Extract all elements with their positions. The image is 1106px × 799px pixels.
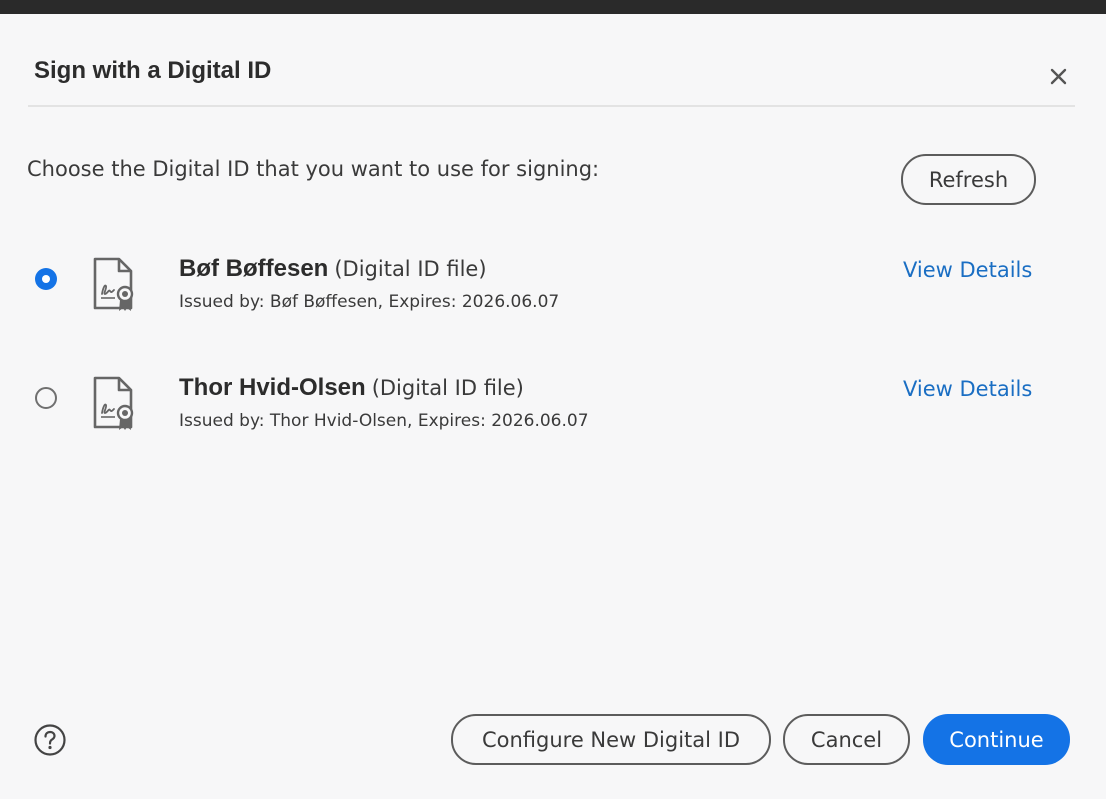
id-name-line: Bøf Bøffesen (Digital ID file) (179, 255, 487, 283)
id-radio-unselected[interactable] (35, 387, 57, 409)
dialog-title: Sign with a Digital ID (34, 57, 272, 84)
configure-new-digital-id-button[interactable]: Configure New Digital ID (451, 714, 771, 765)
id-name: Thor Hvid-Olsen (179, 374, 366, 401)
cancel-button[interactable]: Cancel (783, 714, 910, 765)
view-details-link[interactable]: View Details (903, 258, 1032, 282)
sign-digital-id-dialog: Sign with a Digital ID Choose the Digita… (0, 14, 1106, 799)
id-radio-selected[interactable] (35, 268, 57, 290)
id-type: (Digital ID file) (334, 257, 487, 281)
close-icon[interactable] (1043, 60, 1075, 92)
id-issued-expires: Issued by: Thor Hvid-Olsen, Expires: 202… (179, 411, 589, 431)
id-name: Bøf Bøffesen (179, 255, 329, 282)
choose-id-prompt: Choose the Digital ID that you want to u… (27, 157, 600, 181)
digital-id-row[interactable]: Bøf Bøffesen (Digital ID file) Issued by:… (0, 236, 1106, 326)
continue-button[interactable]: Continue (923, 714, 1070, 765)
title-divider (28, 105, 1075, 107)
certificate-icon (91, 373, 137, 433)
id-name-line: Thor Hvid-Olsen (Digital ID file) (179, 374, 524, 402)
digital-id-row[interactable]: Thor Hvid-Olsen (Digital ID file) Issued … (0, 355, 1106, 445)
view-details-link[interactable]: View Details (903, 377, 1032, 401)
id-type: (Digital ID file) (371, 376, 524, 400)
refresh-button[interactable]: Refresh (901, 154, 1036, 205)
window-top-bar (0, 0, 1106, 14)
close-icon-graphic (1050, 68, 1067, 85)
certificate-icon (91, 254, 137, 314)
id-issued-expires: Issued by: Bøf Bøffesen, Expires: 2026.0… (179, 292, 560, 312)
help-icon[interactable] (33, 723, 67, 757)
